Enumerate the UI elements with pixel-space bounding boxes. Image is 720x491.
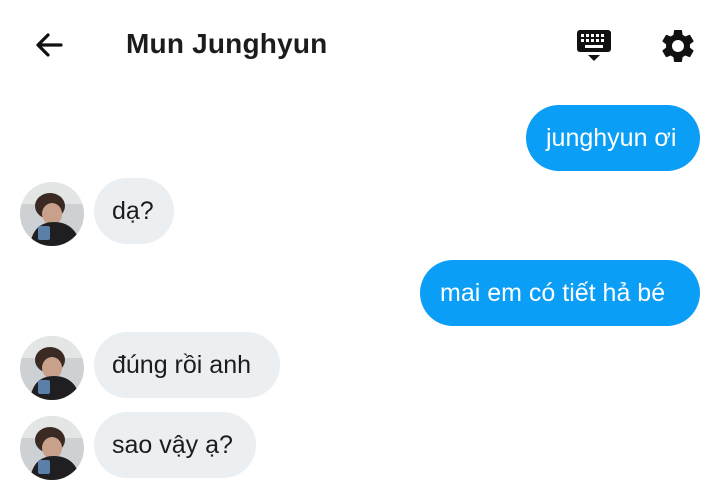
contact-avatar[interactable] xyxy=(20,336,84,400)
keyboard-icon xyxy=(577,30,611,61)
message-text: junghyun ơi xyxy=(546,124,677,152)
avatar-photo xyxy=(20,416,84,480)
chat-screen: Mun Junghyun junghyun ơi dạ? mai em có t… xyxy=(0,0,720,491)
message-bubble-outgoing[interactable]: junghyun ơi xyxy=(526,105,700,171)
keyboard-button[interactable] xyxy=(572,24,616,68)
back-button[interactable] xyxy=(28,24,70,66)
chat-header: Mun Junghyun xyxy=(0,0,720,88)
settings-button[interactable] xyxy=(656,24,700,68)
avatar-photo xyxy=(20,336,84,400)
message-text: dạ? xyxy=(112,197,154,225)
message-bubble-incoming[interactable]: sao vậy ạ? xyxy=(94,412,256,478)
contact-name: Mun Junghyun xyxy=(126,28,328,59)
message-bubble-incoming[interactable]: dạ? xyxy=(94,178,174,244)
message-bubble-outgoing[interactable]: mai em có tiết hả bé xyxy=(420,260,700,326)
contact-avatar[interactable] xyxy=(20,416,84,480)
gear-icon xyxy=(662,30,694,62)
message-text: đúng rồi anh xyxy=(112,351,252,379)
message-text: sao vậy ạ? xyxy=(112,431,233,459)
message-text: mai em có tiết hả bé xyxy=(440,279,666,307)
contact-avatar[interactable] xyxy=(20,182,84,246)
message-bubble-incoming[interactable]: đúng rồi anh xyxy=(94,332,280,398)
avatar-photo xyxy=(20,182,84,246)
arrow-left-icon xyxy=(36,33,63,57)
